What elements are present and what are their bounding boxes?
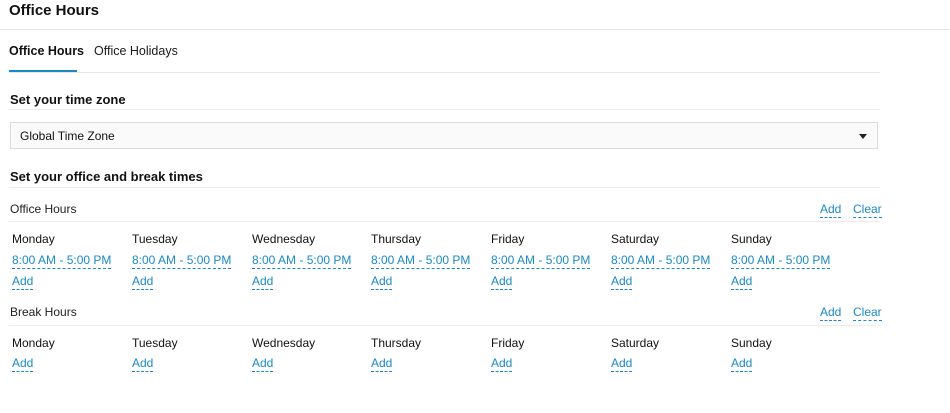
office-range-link[interactable]: 8:00 AM - 5:00 PM [252, 254, 352, 269]
timezone-selected-value: Global Time Zone [20, 129, 115, 143]
office-hours-clear-button[interactable]: Clear [853, 203, 882, 218]
timezone-heading: Set your time zone [10, 92, 126, 107]
office-add-link[interactable]: Add [132, 275, 154, 290]
times-heading: Set your office and break times [10, 169, 203, 184]
times-divider [9, 187, 880, 188]
day-name: Monday [12, 232, 55, 246]
break-hours-clear-button[interactable]: Clear [853, 306, 882, 321]
day-name: Saturday [611, 232, 660, 246]
break-hours-divider [9, 325, 880, 326]
day-name: Friday [491, 232, 525, 246]
day-name: Thursday [371, 232, 422, 246]
office-hours-divider [9, 221, 880, 222]
office-add-link[interactable]: Add [252, 275, 274, 290]
office-hours-add-button[interactable]: Add [820, 203, 842, 218]
office-add-link[interactable]: Add [611, 275, 633, 290]
day-name: Friday [491, 336, 525, 350]
break-add-link[interactable]: Add [371, 357, 393, 372]
title-divider [0, 29, 950, 30]
break-add-link[interactable]: Add [731, 357, 753, 372]
break-add-link[interactable]: Add [252, 357, 274, 372]
office-add-link[interactable]: Add [731, 275, 753, 290]
break-add-link[interactable]: Add [12, 357, 34, 372]
office-add-link[interactable]: Add [491, 275, 513, 290]
day-name: Sunday [731, 336, 772, 350]
day-name: Thursday [371, 336, 422, 350]
office-add-link[interactable]: Add [371, 275, 393, 290]
day-name: Wednesday [252, 336, 316, 350]
day-name: Monday [12, 336, 55, 350]
day-name: Wednesday [252, 232, 316, 246]
tab-office-hours[interactable]: Office Hours [9, 44, 84, 58]
office-range-link[interactable]: 8:00 AM - 5:00 PM [491, 254, 591, 269]
break-add-link[interactable]: Add [132, 357, 154, 372]
caret-down-icon [859, 134, 867, 139]
break-hours-add-button[interactable]: Add [820, 306, 842, 321]
day-name: Tuesday [132, 336, 178, 350]
day-name: Tuesday [132, 232, 178, 246]
timezone-divider [9, 109, 880, 110]
tabs-divider [9, 72, 880, 73]
day-name: Sunday [731, 232, 772, 246]
office-range-link[interactable]: 8:00 AM - 5:00 PM [132, 254, 232, 269]
office-range-link[interactable]: 8:00 AM - 5:00 PM [731, 254, 831, 269]
page-title: Office Hours [9, 2, 100, 19]
break-hours-label: Break Hours [10, 305, 77, 319]
office-add-link[interactable]: Add [12, 275, 34, 290]
timezone-select[interactable]: Global Time Zone [10, 122, 878, 149]
office-range-link[interactable]: 8:00 AM - 5:00 PM [12, 254, 112, 269]
break-add-link[interactable]: Add [611, 357, 633, 372]
day-name: Saturday [611, 336, 660, 350]
office-range-link[interactable]: 8:00 AM - 5:00 PM [611, 254, 711, 269]
office-hours-label: Office Hours [10, 202, 77, 216]
break-add-link[interactable]: Add [491, 357, 513, 372]
tab-office-holidays[interactable]: Office Holidays [94, 44, 178, 58]
office-range-link[interactable]: 8:00 AM - 5:00 PM [371, 254, 471, 269]
